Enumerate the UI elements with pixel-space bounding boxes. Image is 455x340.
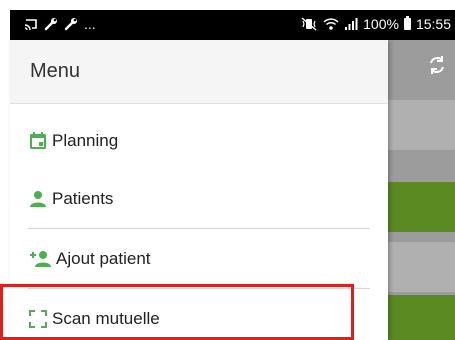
status-left-icons: ... xyxy=(24,16,96,32)
refresh-icon[interactable] xyxy=(426,54,448,76)
menu-item-label: Scan mutuelle xyxy=(52,309,160,328)
status-bar: ... 100% 15:55 xyxy=(10,10,455,40)
background-app xyxy=(388,40,455,340)
status-right-icons: 100% 15:55 xyxy=(300,16,451,32)
wifi-icon xyxy=(323,18,339,30)
status-more: ... xyxy=(84,16,96,32)
battery-percent: 100% xyxy=(363,16,399,32)
menu-divider xyxy=(28,228,370,229)
menu-item-planning[interactable]: Planning xyxy=(10,112,370,170)
screen: ... 100% 15:55 Menu Planning Patients Aj… xyxy=(0,0,455,340)
vibrate-mute-icon xyxy=(301,17,317,31)
person-icon xyxy=(28,189,48,209)
wrench-icon xyxy=(44,18,57,31)
battery-icon xyxy=(403,16,411,30)
drawer-header: Menu xyxy=(10,40,388,104)
signal-icon xyxy=(345,18,358,30)
scan-icon xyxy=(28,309,48,329)
menu-item-label: Planning xyxy=(52,131,119,150)
menu-item-scan-mutuelle[interactable]: Scan mutuelle xyxy=(10,290,370,340)
background-row xyxy=(388,242,455,292)
wrench-icon xyxy=(64,18,77,31)
background-row xyxy=(388,182,455,232)
calendar-icon xyxy=(28,131,48,151)
menu-item-label: Patients xyxy=(52,189,114,208)
menu-item-ajout-patient[interactable]: Ajout patient xyxy=(10,230,370,288)
menu-item-label: Ajout patient xyxy=(56,249,151,268)
menu-divider xyxy=(28,288,370,289)
cast-icon xyxy=(24,19,37,31)
background-row xyxy=(388,295,455,340)
drawer-title: Menu xyxy=(30,60,81,82)
navigation-drawer: Menu Planning Patients Ajout patient Sca… xyxy=(10,40,388,340)
status-time: 15:55 xyxy=(415,16,451,32)
menu-item-patients[interactable]: Patients xyxy=(10,170,370,228)
add-person-icon xyxy=(28,249,52,269)
background-row xyxy=(388,100,455,150)
